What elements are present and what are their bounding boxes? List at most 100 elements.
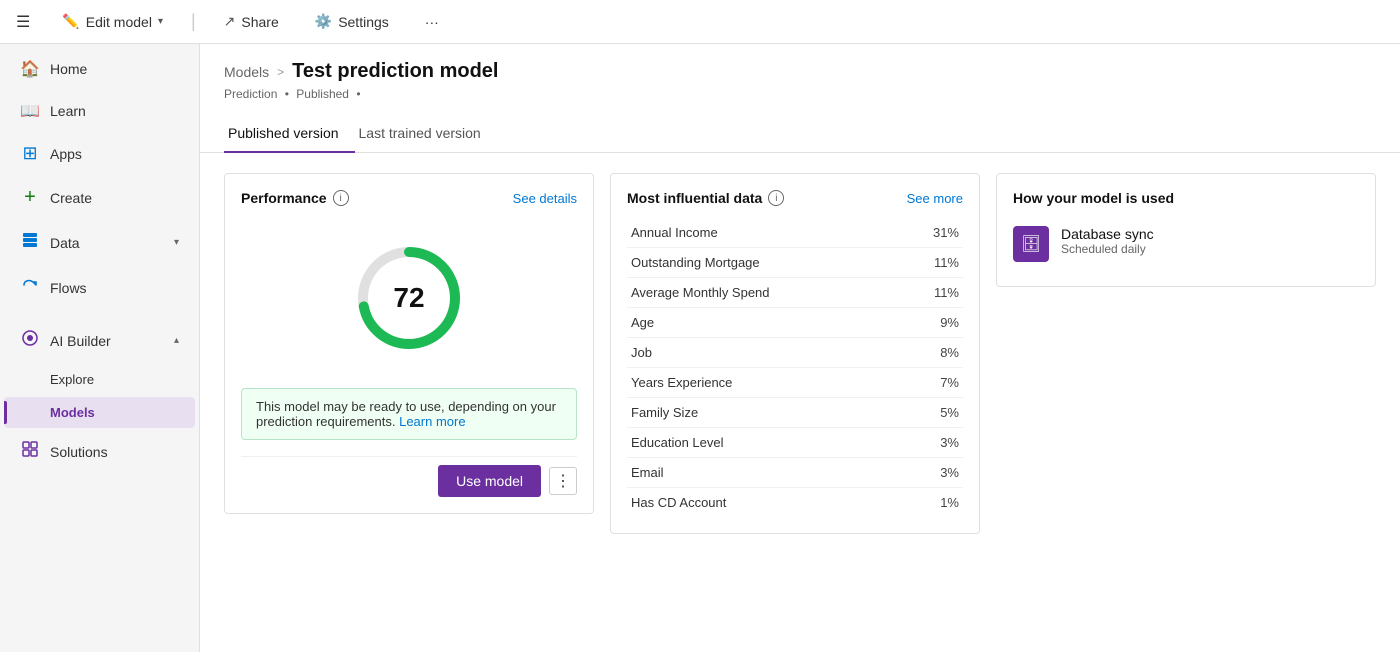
subtitle-status: Published bbox=[296, 87, 349, 101]
tabs: Published version Last trained version bbox=[200, 117, 1400, 153]
performance-card-footer: Use model ⋮ bbox=[241, 456, 577, 497]
usage-card: How your model is used 🗄 Database sync S… bbox=[996, 173, 1376, 287]
influential-row-label: Years Experience bbox=[627, 368, 900, 398]
influential-data-row: Years Experience 7% bbox=[627, 368, 963, 398]
subtitle-sep1: • bbox=[285, 87, 289, 101]
influential-data-row: Job 8% bbox=[627, 338, 963, 368]
usage-item-icon: 🗄 bbox=[1013, 226, 1049, 262]
sidebar-item-apps[interactable]: ⊞ Apps bbox=[4, 133, 195, 174]
sidebar-item-flows[interactable]: Flows bbox=[4, 266, 195, 309]
ai-chevron-icon: ▴ bbox=[174, 335, 179, 346]
usage-title: How your model is used bbox=[1013, 190, 1174, 206]
sidebar-item-ai-label: AI Builder bbox=[50, 333, 111, 349]
learn-icon: 📖 bbox=[20, 101, 40, 121]
performance-more-button[interactable]: ⋮ bbox=[549, 467, 577, 495]
influential-title: Most influential data bbox=[627, 190, 762, 206]
influential-row-value: 11% bbox=[900, 278, 963, 308]
influential-row-label: Has CD Account bbox=[627, 488, 900, 518]
influential-card: Most influential data i See more Annual … bbox=[610, 173, 980, 534]
page-title: Test prediction model bbox=[292, 60, 498, 83]
edit-model-button[interactable]: ✏️ Edit model ▾ bbox=[54, 9, 171, 34]
edit-icon: ✏️ bbox=[62, 13, 79, 30]
influential-row-label: Education Level bbox=[627, 428, 900, 458]
donut-chart-container: 72 bbox=[241, 218, 577, 388]
share-icon: ↗ bbox=[224, 13, 236, 30]
subtitle-sep2: • bbox=[356, 87, 360, 101]
sidebar-item-home[interactable]: 🏠 Home bbox=[4, 49, 195, 89]
data-chevron-icon: ▾ bbox=[174, 237, 179, 248]
content-area: Models > Test prediction model Predictio… bbox=[200, 44, 1400, 652]
influential-see-more-link[interactable]: See more bbox=[907, 191, 963, 206]
sidebar-item-explore[interactable]: Explore bbox=[4, 364, 195, 395]
sidebar-item-data-label: Data bbox=[50, 235, 80, 251]
influential-row-value: 3% bbox=[900, 428, 963, 458]
usage-item: 🗄 Database sync Scheduled daily bbox=[1013, 218, 1359, 270]
sidebar-item-create-label: Create bbox=[50, 190, 92, 206]
influential-row-label: Email bbox=[627, 458, 900, 488]
cards-area: Performance i See details 72 bbox=[200, 153, 1400, 554]
sidebar-item-learn[interactable]: 📖 Learn bbox=[4, 91, 195, 131]
performance-alert-box: This model may be ready to use, dependin… bbox=[241, 388, 577, 440]
influential-row-value: 11% bbox=[900, 248, 963, 278]
more-options-button[interactable]: ··· bbox=[417, 10, 447, 34]
usage-card-header: How your model is used bbox=[1013, 190, 1359, 206]
influential-row-label: Age bbox=[627, 308, 900, 338]
sidebar: 🏠 Home 📖 Learn ⊞ Apps + Create Data ▾ bbox=[0, 44, 200, 652]
influential-data-row: Family Size 5% bbox=[627, 398, 963, 428]
influential-row-value: 9% bbox=[900, 308, 963, 338]
influential-row-label: Annual Income bbox=[627, 218, 900, 248]
performance-see-details-link[interactable]: See details bbox=[513, 191, 577, 206]
settings-icon: ⚙️ bbox=[315, 13, 332, 30]
breadcrumb: Models > Test prediction model bbox=[224, 60, 1376, 83]
solutions-icon bbox=[20, 440, 40, 463]
influential-row-label: Outstanding Mortgage bbox=[627, 248, 900, 278]
sidebar-item-solutions[interactable]: Solutions bbox=[4, 430, 195, 473]
usage-items-list: 🗄 Database sync Scheduled daily bbox=[1013, 218, 1359, 270]
learn-more-link[interactable]: Learn more bbox=[399, 414, 465, 429]
influential-row-label: Family Size bbox=[627, 398, 900, 428]
sidebar-item-home-label: Home bbox=[50, 61, 87, 77]
influential-data-row: Outstanding Mortgage 11% bbox=[627, 248, 963, 278]
hamburger-icon[interactable]: ☰ bbox=[16, 12, 30, 32]
donut-chart: 72 bbox=[349, 238, 469, 358]
influential-data-row: Average Monthly Spend 11% bbox=[627, 278, 963, 308]
influential-info-icon[interactable]: i bbox=[768, 190, 784, 206]
influential-row-value: 8% bbox=[900, 338, 963, 368]
breadcrumb-chevron-icon: > bbox=[277, 65, 284, 79]
settings-button[interactable]: ⚙️ Settings bbox=[307, 9, 397, 34]
sidebar-item-data[interactable]: Data ▾ bbox=[4, 221, 195, 264]
settings-label: Settings bbox=[338, 14, 389, 30]
performance-info-icon[interactable]: i bbox=[333, 190, 349, 206]
influential-data-row: Education Level 3% bbox=[627, 428, 963, 458]
influential-data-row: Has CD Account 1% bbox=[627, 488, 963, 518]
sidebar-item-models[interactable]: Models bbox=[4, 397, 195, 428]
page-header: Models > Test prediction model Predictio… bbox=[200, 44, 1400, 101]
edit-chevron-icon: ▾ bbox=[158, 16, 163, 27]
sidebar-item-solutions-label: Solutions bbox=[50, 444, 108, 460]
use-model-button[interactable]: Use model bbox=[438, 465, 541, 497]
sidebar-item-learn-label: Learn bbox=[50, 103, 86, 119]
tab-published-version[interactable]: Published version bbox=[224, 117, 355, 153]
flows-icon bbox=[20, 276, 40, 299]
influential-row-value: 1% bbox=[900, 488, 963, 518]
influential-row-label: Job bbox=[627, 338, 900, 368]
main-layout: 🏠 Home 📖 Learn ⊞ Apps + Create Data ▾ bbox=[0, 44, 1400, 652]
ai-builder-icon bbox=[20, 329, 40, 352]
sidebar-item-create[interactable]: + Create bbox=[4, 176, 195, 219]
influential-card-header: Most influential data i See more bbox=[627, 190, 963, 206]
usage-item-name: Database sync bbox=[1061, 226, 1154, 242]
sidebar-item-ai-builder[interactable]: AI Builder ▴ bbox=[4, 319, 195, 362]
tab-last-trained-version[interactable]: Last trained version bbox=[355, 117, 497, 153]
donut-score-label: 72 bbox=[393, 282, 424, 314]
edit-model-label: Edit model bbox=[86, 14, 152, 30]
influential-data-row: Annual Income 31% bbox=[627, 218, 963, 248]
usage-item-text: Database sync Scheduled daily bbox=[1061, 226, 1154, 256]
apps-icon: ⊞ bbox=[20, 143, 40, 164]
influential-data-row: Email 3% bbox=[627, 458, 963, 488]
influential-title-group: Most influential data i bbox=[627, 190, 784, 206]
influential-row-value: 7% bbox=[900, 368, 963, 398]
performance-card: Performance i See details 72 bbox=[224, 173, 594, 514]
share-button[interactable]: ↗ Share bbox=[216, 9, 287, 34]
breadcrumb-models-link[interactable]: Models bbox=[224, 64, 269, 80]
page-subtitle: Prediction • Published • bbox=[224, 87, 1376, 101]
